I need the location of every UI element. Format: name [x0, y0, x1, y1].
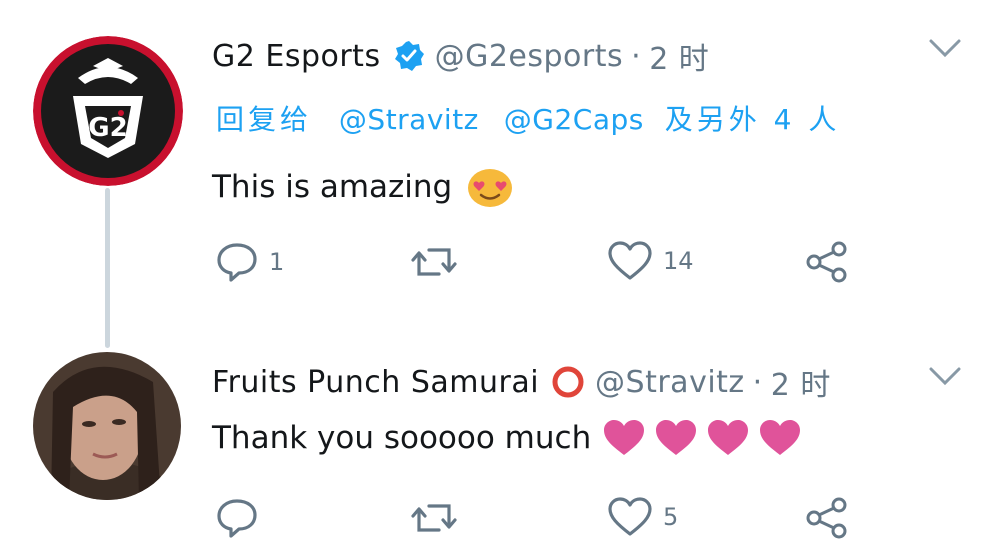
tweet-header: G2 Esports @G2esports · 2 时	[212, 34, 709, 78]
tweet-fruits-punch-samurai[interactable]: Fruits Punch Samurai @Stravitz · 2 时 Tha…	[0, 340, 1000, 550]
like-count: 5	[663, 503, 679, 531]
handle[interactable]: @Stravitz	[595, 365, 745, 400]
reply-button[interactable]	[215, 496, 259, 540]
share-button[interactable]	[805, 240, 849, 284]
separator-dot: ·	[631, 38, 642, 74]
action-bar: 5	[215, 496, 855, 546]
chevron-down-icon[interactable]	[928, 38, 962, 64]
mention-link[interactable]: @G2Caps	[504, 103, 644, 136]
reply-to-label: 回复给	[216, 103, 313, 136]
like-button[interactable]: 5	[607, 496, 678, 538]
timestamp[interactable]: 2 时	[649, 34, 709, 78]
reply-icon	[217, 499, 257, 538]
tweet-text: Thank you sooooo much	[212, 418, 803, 458]
reply-to-line: 回复给 @Stravitz @G2Caps 及另外 4 人	[216, 98, 848, 138]
timestamp[interactable]: 2 时	[771, 360, 831, 404]
tweet-header: Fruits Punch Samurai @Stravitz · 2 时	[212, 360, 831, 404]
tweet-text: This is amazing	[212, 166, 514, 208]
separator-dot: ·	[752, 364, 763, 400]
tweet-text-content: Thank you sooooo much	[212, 420, 592, 456]
reply-count: 1	[269, 248, 285, 276]
share-icon	[806, 241, 847, 283]
verified-badge-icon	[393, 40, 425, 72]
heart-eyes-emoji-icon	[466, 166, 514, 208]
display-name[interactable]: G2 Esports	[212, 39, 381, 74]
reply-icon	[217, 243, 257, 282]
retweet-icon	[411, 248, 457, 276]
action-bar: 1 14	[215, 240, 855, 290]
retweet-button[interactable]	[411, 240, 457, 284]
share-button[interactable]	[805, 496, 849, 540]
g2-logo-icon: G2	[33, 36, 183, 186]
avatar-fruits-punch-samurai[interactable]	[33, 352, 181, 500]
share-icon	[806, 497, 847, 539]
retweet-button[interactable]	[411, 496, 457, 540]
tweet-text-content: This is amazing	[212, 169, 453, 205]
user-photo-icon	[33, 352, 181, 500]
thread-line	[105, 188, 110, 348]
chevron-down-icon[interactable]	[928, 366, 962, 392]
heart-outline-icon	[608, 241, 652, 280]
pink-hearts-emoji-icon	[601, 418, 803, 458]
red-circle-icon	[551, 365, 585, 399]
display-name[interactable]: Fruits Punch Samurai	[212, 365, 539, 400]
heart-outline-icon	[608, 497, 652, 536]
like-button[interactable]: 14	[607, 240, 694, 282]
like-count: 14	[663, 247, 694, 275]
handle[interactable]: @G2esports	[435, 39, 624, 74]
avatar-g2-esports[interactable]: G2	[33, 36, 183, 186]
retweet-icon	[411, 504, 457, 532]
mention-link[interactable]: @Stravitz	[339, 103, 479, 136]
tweet-g2-esports[interactable]: G2 G2 Esports @G2esports · 2 时 回复给 @Stra…	[0, 0, 1000, 348]
reply-to-others[interactable]: 及另外 4 人	[665, 103, 841, 136]
reply-button[interactable]: 1	[215, 240, 284, 284]
svg-text:G2: G2	[88, 113, 127, 143]
